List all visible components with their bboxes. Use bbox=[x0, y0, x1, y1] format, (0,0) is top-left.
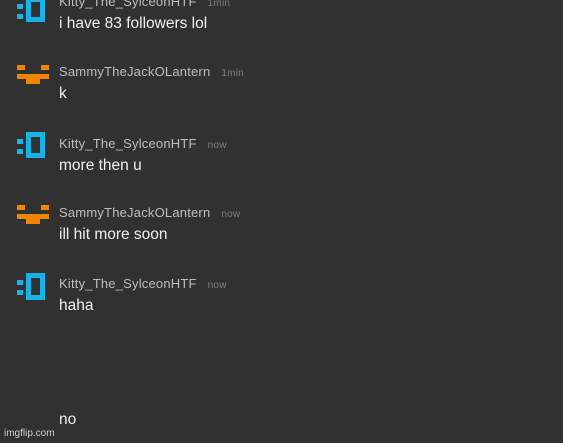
message-text: more then u bbox=[59, 157, 142, 174]
kitty-avatar-icon[interactable] bbox=[16, 273, 50, 303]
message-username[interactable]: SammyTheJackOLantern 1min bbox=[59, 64, 244, 79]
message-time: 1min bbox=[207, 0, 231, 9]
kitty-avatar-icon[interactable] bbox=[16, 0, 50, 24]
message-username[interactable]: SammyTheJackOLantern now bbox=[59, 205, 240, 220]
kitty-avatar-icon[interactable] bbox=[16, 131, 50, 161]
message-time: now bbox=[207, 140, 227, 151]
username-text[interactable]: SammyTheJackOLantern bbox=[59, 205, 210, 220]
message-username[interactable]: Kitty_The_SylceonHTF 1min bbox=[59, 0, 230, 9]
username-text[interactable]: Kitty_The_SylceonHTF bbox=[59, 276, 197, 291]
pumpkin-avatar-icon[interactable] bbox=[16, 202, 50, 232]
chat-log: Kitty_The_SylceonHTF 1min i have 83 follo… bbox=[0, 0, 563, 443]
message-text: haha bbox=[59, 297, 94, 314]
chat-message: Kitty_The_SylceonHTF now haha bbox=[0, 273, 563, 333]
pumpkin-avatar-icon[interactable] bbox=[16, 62, 50, 92]
watermark: imgflip.com bbox=[4, 428, 55, 439]
caption-text: no bbox=[59, 411, 77, 428]
message-text: ill hit more soon bbox=[59, 226, 168, 243]
message-time: 1min bbox=[221, 68, 244, 79]
chat-message: SammyTheJackOLantern now ill hit more soo… bbox=[0, 202, 563, 262]
message-time: now bbox=[221, 209, 241, 220]
message-time: now bbox=[207, 280, 227, 291]
chat-message: Kitty_The_SylceonHTF 1min i have 83 follo… bbox=[0, 0, 563, 54]
username-text[interactable]: SammyTheJackOLantern bbox=[59, 64, 210, 79]
message-text: k bbox=[59, 85, 67, 102]
message-username[interactable]: Kitty_The_SylceonHTF now bbox=[59, 276, 227, 291]
chat-message: SammyTheJackOLantern 1min k bbox=[0, 62, 563, 122]
message-text: i have 83 followers lol bbox=[59, 15, 208, 32]
chat-message: Kitty_The_SylceonHTF now more then u bbox=[0, 131, 563, 191]
username-text[interactable]: Kitty_The_SylceonHTF bbox=[59, 0, 197, 9]
message-username[interactable]: Kitty_The_SylceonHTF now bbox=[59, 136, 227, 151]
username-text[interactable]: Kitty_The_SylceonHTF bbox=[59, 136, 197, 151]
